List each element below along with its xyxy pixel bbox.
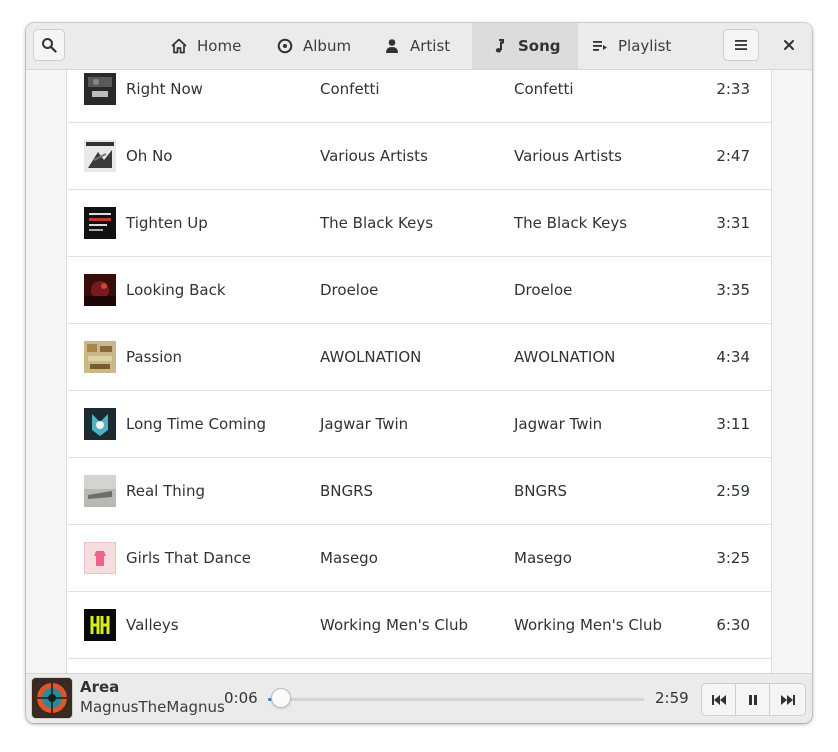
song-artist: Masego [320, 549, 378, 567]
close-window-button[interactable] [773, 29, 805, 61]
close-icon [784, 40, 794, 50]
seek-bar[interactable] [268, 698, 644, 701]
song-row[interactable]: Girls That Dance Masego Masego 3:25 [67, 525, 771, 592]
disc-icon [277, 38, 293, 54]
now-playing-cover-image [32, 678, 72, 718]
main-menu-button[interactable] [723, 29, 759, 61]
song-title: Long Time Coming [126, 415, 267, 433]
song-duration: 3:35 [716, 281, 750, 299]
album-cover-image [84, 475, 116, 507]
song-duration: 2:33 [716, 80, 750, 98]
song-title: Real Thing [126, 482, 205, 500]
song-title: Right Now [126, 80, 203, 98]
album-cover-image [84, 274, 116, 306]
album-cover-image [84, 408, 116, 440]
skip-previous-icon [711, 694, 726, 705]
song-album: AWOLNATION [514, 348, 616, 366]
album-cover-image [84, 542, 116, 574]
song-duration: 3:31 [716, 214, 750, 232]
song-album: BNGRS [514, 482, 568, 500]
song-artist: Various Artists [320, 147, 428, 165]
song-title: Girls That Dance [126, 549, 251, 567]
song-duration: 2:59 [716, 482, 750, 500]
song-row[interactable]: Right Now Confetti Confetti 2:33 [67, 70, 771, 123]
album-cover-image [84, 207, 116, 239]
tab-song[interactable]: Song [472, 23, 578, 69]
skip-next-icon [780, 694, 795, 705]
song-row[interactable]: Oh No Various Artists Various Artists 2:… [67, 123, 771, 190]
tab-album-label: Album [303, 37, 352, 55]
song-title: Tighten Up [126, 214, 208, 232]
tab-album[interactable]: Album [269, 23, 373, 69]
music-player-window: Home Album Artist Song Playlist Right No… [26, 23, 812, 723]
song-artist: Droeloe [320, 281, 379, 299]
song-artist: AWOLNATION [320, 348, 422, 366]
song-duration: 2:47 [716, 147, 750, 165]
total-time: 2:59 [655, 689, 689, 707]
search-icon [42, 38, 57, 53]
song-row[interactable]: Real Thing BNGRS BNGRS 2:59 [67, 458, 771, 525]
music-note-icon [495, 39, 504, 53]
song-album: Working Men's Club [514, 616, 663, 634]
tab-artist-label: Artist [410, 37, 451, 55]
song-album: Masego [514, 549, 572, 567]
song-album: The Black Keys [514, 214, 628, 232]
song-row-partial[interactable] [67, 659, 771, 673]
album-cover-image [84, 140, 116, 172]
previous-track-button[interactable] [701, 683, 736, 716]
song-row[interactable]: Tighten Up The Black Keys The Black Keys… [67, 190, 771, 257]
song-title: Passion [126, 348, 183, 366]
playlist-icon [593, 41, 607, 51]
home-icon [171, 38, 187, 54]
now-playing-bar: Area MagnusTheMagnus 0:06 2:59 [26, 673, 812, 723]
song-row[interactable]: Looking Back Droeloe Droeloe 3:35 [67, 257, 771, 324]
song-duration: 6:30 [716, 616, 750, 634]
song-album: Confetti [514, 80, 574, 98]
tab-home[interactable]: Home [157, 23, 269, 69]
tab-artist[interactable]: Artist [373, 23, 472, 69]
song-list: Right Now Confetti Confetti 2:33 Oh No V… [66, 70, 772, 673]
song-list-view[interactable]: Right Now Confetti Confetti 2:33 Oh No V… [26, 70, 812, 673]
search-button[interactable] [33, 29, 65, 61]
tab-song-label: Song [518, 37, 561, 55]
album-cover-image [84, 73, 116, 105]
tab-playlist-label: Playlist [618, 37, 672, 55]
song-row[interactable]: Valleys Working Men's Club Working Men's… [67, 592, 771, 659]
song-duration: 3:11 [716, 415, 750, 433]
song-duration: 3:25 [716, 549, 750, 567]
header-bar: Home Album Artist Song Playlist [26, 23, 812, 70]
song-title: Valleys [126, 616, 179, 634]
song-artist: Working Men's Club [320, 616, 469, 634]
now-playing-cover[interactable] [32, 678, 72, 718]
song-artist: The Black Keys [320, 214, 434, 232]
next-track-button[interactable] [769, 683, 806, 716]
song-title: Looking Back [126, 281, 226, 299]
person-icon [386, 39, 398, 53]
song-album: Jagwar Twin [514, 415, 603, 433]
song-artist: Confetti [320, 80, 380, 98]
hamburger-menu-icon [735, 40, 747, 50]
pause-button[interactable] [735, 683, 770, 716]
album-cover-image [84, 609, 116, 641]
now-playing-title: Area [80, 678, 120, 696]
song-title: Oh No [126, 147, 173, 165]
pause-icon [748, 694, 757, 705]
song-album: Droeloe [514, 281, 573, 299]
seek-slider-handle[interactable] [270, 688, 291, 708]
song-artist: Jagwar Twin [320, 415, 409, 433]
tab-home-label: Home [197, 37, 242, 55]
now-playing-artist: MagnusTheMagnus [80, 698, 225, 716]
album-cover-image [84, 341, 116, 373]
song-artist: BNGRS [320, 482, 374, 500]
song-row[interactable]: Long Time Coming Jagwar Twin Jagwar Twin… [67, 391, 771, 458]
song-duration: 4:34 [716, 348, 750, 366]
elapsed-time: 0:06 [224, 689, 258, 707]
song-row[interactable]: Passion AWOLNATION AWOLNATION 4:34 [67, 324, 771, 391]
tab-playlist[interactable]: Playlist [578, 23, 688, 69]
song-album: Various Artists [514, 147, 622, 165]
